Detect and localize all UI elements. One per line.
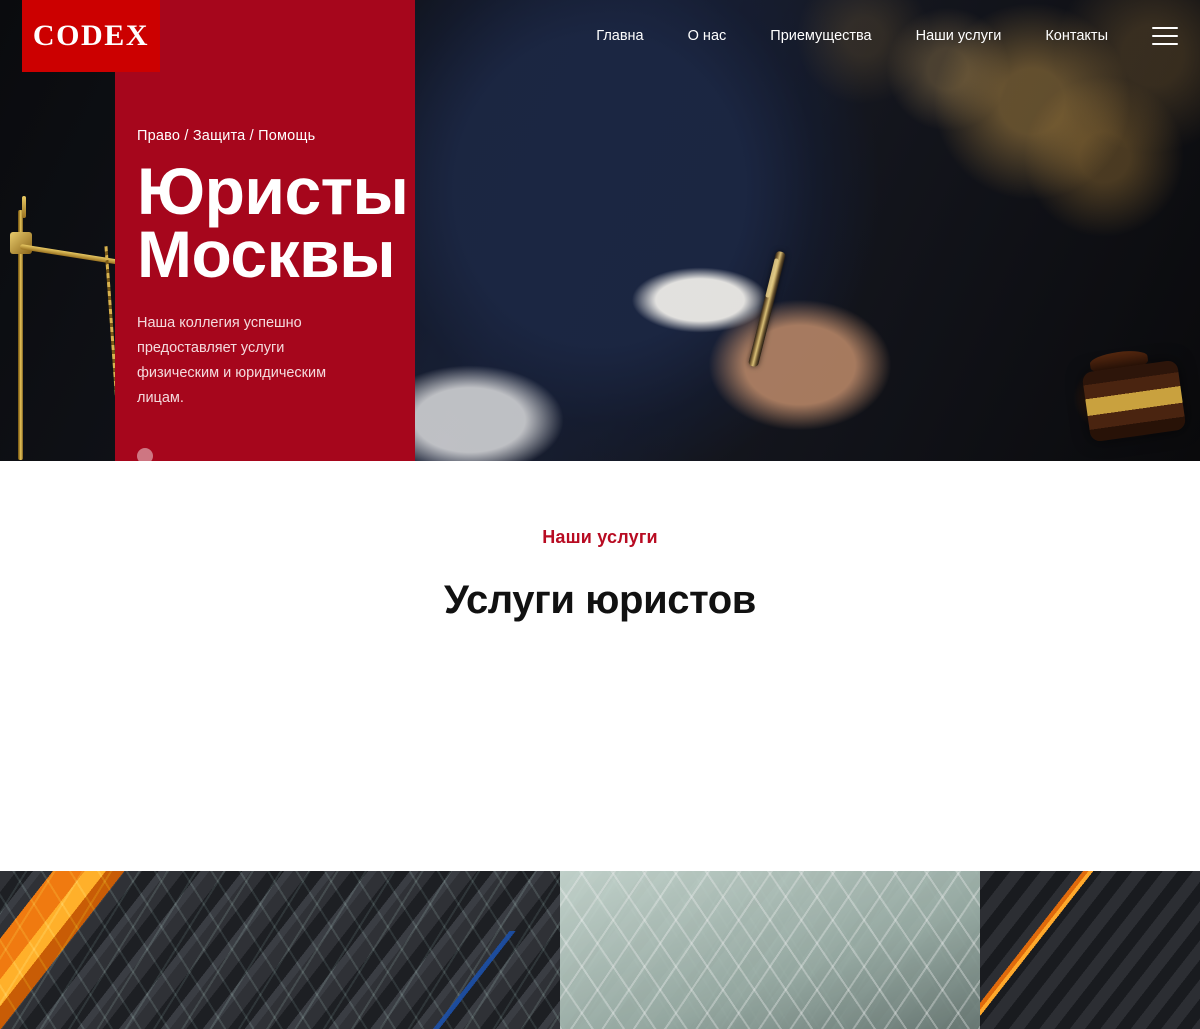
hero-eyebrow: Право / Защита / Помощь (137, 128, 316, 144)
nav-item-o-nas[interactable]: О нас (666, 28, 749, 44)
nav-item-nashi-uslugi[interactable]: Наши услуги (894, 28, 1024, 44)
site-logo[interactable]: CODEX (22, 0, 160, 72)
nav-item-glavna[interactable]: Главна (574, 28, 665, 44)
scales-pivot-icon (10, 232, 32, 254)
nav-item-preimushestva[interactable]: Приемущества (748, 28, 893, 44)
services-title: Услуги юристов (443, 578, 757, 622)
hero-title-line1: Юристы (137, 154, 409, 228)
main-navigation: Главна О нас Приемущества Наши услуги Ко… (574, 0, 1200, 72)
hero-scroll-indicator[interactable] (137, 448, 153, 461)
hero-title-line2: Москвы (137, 216, 396, 291)
scales-top-finial-icon (22, 196, 26, 218)
services-kicker: Наши услуги (542, 527, 658, 547)
hero-section: Право / Защита / Помощь Юристы Москвы На… (0, 0, 1200, 461)
services-section: Наши услуги Услуги юристов АДВОКАТЫ ПО П… (0, 461, 1200, 1029)
gavel-icon (1081, 359, 1187, 443)
hamburger-menu-icon[interactable] (1152, 27, 1178, 45)
hero-content: Право / Защита / Помощь Юристы Москвы На… (137, 128, 437, 411)
blue-accent-line (300, 931, 660, 1029)
hero-description: Наша коллегия успешно предоставляет услу… (137, 315, 327, 407)
logo-text: CODEX (32, 19, 150, 52)
nav-item-kontakty[interactable]: Контакты (1023, 28, 1130, 44)
dark-roof-right (980, 871, 1200, 1029)
